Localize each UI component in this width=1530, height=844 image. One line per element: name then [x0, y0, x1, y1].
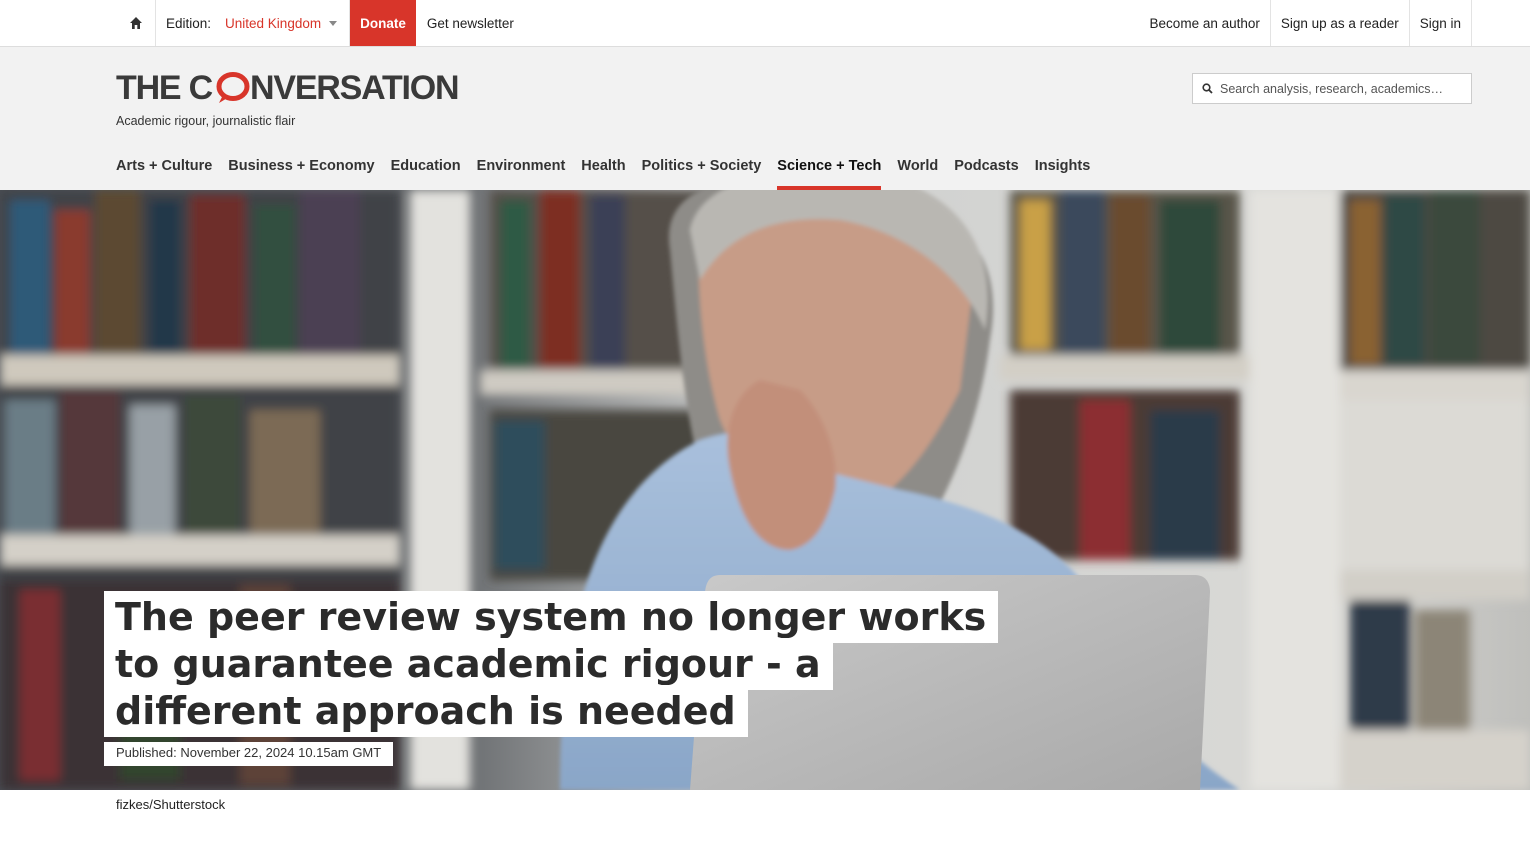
sign-in-link[interactable]: Sign in — [1408, 0, 1472, 46]
image-credit: fizkes/Shutterstock — [116, 797, 226, 812]
donate-button[interactable]: Donate — [350, 0, 416, 46]
headline-container: The peer review system no longer works t… — [104, 591, 1004, 737]
speech-bubble-icon — [216, 72, 250, 103]
nav-insights[interactable]: Insights — [1035, 155, 1091, 190]
nav-education[interactable]: Education — [391, 155, 461, 190]
chevron-down-icon — [329, 20, 338, 26]
article-headline: The peer review system no longer works t… — [104, 591, 999, 737]
home-icon — [129, 17, 142, 29]
search-icon — [1202, 83, 1213, 94]
become-author-link[interactable]: Become an author — [1140, 0, 1270, 46]
home-button[interactable] — [116, 0, 156, 46]
masthead: THE C NVERSATION Academic rigour, journa… — [0, 47, 1530, 190]
sign-up-reader-link[interactable]: Sign up as a reader — [1269, 0, 1409, 46]
nav-arts-culture[interactable]: Arts + Culture — [116, 155, 212, 190]
newsletter-link[interactable]: Get newsletter — [416, 0, 525, 46]
section-nav: Arts + Culture Business + Economy Educat… — [116, 155, 1106, 190]
search-input[interactable] — [1220, 81, 1460, 96]
article-body-preview — [360, 830, 367, 844]
svg-text:THE C: THE C — [116, 69, 213, 107]
nav-health[interactable]: Health — [581, 155, 625, 190]
nav-podcasts[interactable]: Podcasts — [954, 155, 1018, 190]
search-box[interactable] — [1192, 73, 1472, 104]
nav-politics-society[interactable]: Politics + Society — [642, 155, 762, 190]
top-utility-bar: Edition: United Kingdom Donate Get newsl… — [0, 0, 1530, 47]
published-date: Published: November 22, 2024 10.15am GMT — [104, 742, 394, 766]
nav-business-economy[interactable]: Business + Economy — [228, 155, 374, 190]
nav-world[interactable]: World — [897, 155, 938, 190]
nav-science-tech[interactable]: Science + Tech — [777, 155, 882, 190]
edition-selector[interactable]: Edition: United Kingdom — [156, 0, 351, 46]
account-links: Become an author Sign up as a reader Sig… — [1140, 0, 1472, 46]
edition-label: Edition: — [166, 15, 212, 31]
nav-environment[interactable]: Environment — [477, 155, 566, 190]
site-tagline: Academic rigour, journalistic flair — [116, 114, 296, 128]
svg-text:NVERSATION: NVERSATION — [250, 69, 458, 107]
edition-value[interactable]: United Kingdom — [225, 16, 321, 31]
site-logo[interactable]: THE C NVERSATION — [116, 69, 476, 109]
